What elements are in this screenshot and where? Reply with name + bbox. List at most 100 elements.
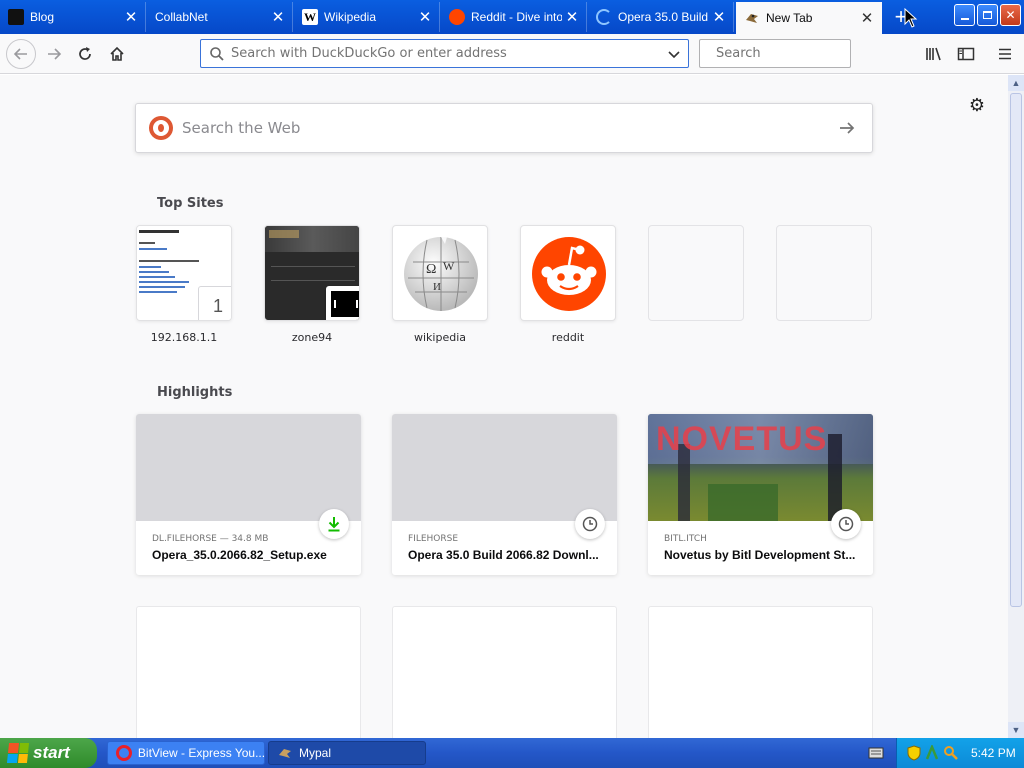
back-button[interactable] (6, 39, 36, 69)
svg-text:W: W (443, 259, 455, 273)
new-tab-page: ⚙ Top Sites 1 192.168.1.1 (0, 75, 1008, 738)
home-icon (110, 46, 124, 61)
clock-icon (582, 516, 598, 532)
close-tab-icon[interactable]: ✕ (562, 8, 582, 26)
close-window-button[interactable]: ✕ (1000, 4, 1021, 26)
web-search-box[interactable] (135, 103, 873, 153)
scroll-down-arrow-icon[interactable]: ▼ (1008, 722, 1024, 738)
clock: 5:42 PM (971, 746, 1016, 760)
start-label: start (33, 743, 70, 762)
mypal-icon (279, 749, 291, 758)
chevron-down-icon[interactable] (668, 48, 680, 60)
download-badge (319, 509, 349, 539)
opera-icon (116, 745, 132, 761)
highlight-title: Opera 35.0 Build 2066.82 Downl... (408, 548, 599, 562)
highlight-card[interactable]: FILEHORSE Opera 35.0 Build 2066.82 Downl… (392, 414, 617, 575)
mouse-cursor-icon (904, 8, 918, 28)
svg-text:И: И (433, 281, 441, 293)
minimize-icon (960, 18, 969, 20)
tab-wikipedia[interactable]: W Wikipedia ✕ (294, 2, 440, 32)
back-arrow-icon (13, 48, 27, 60)
address-input[interactable] (231, 46, 668, 61)
highlight-image: NOVETUS (648, 414, 873, 521)
close-tab-icon[interactable]: ✕ (709, 8, 729, 26)
site-thumbnail: 1 (136, 225, 232, 321)
top-site-tile[interactable]: zone94 (264, 225, 360, 344)
tab-reddit[interactable]: Reddit - Dive into ✕ (441, 2, 587, 32)
reddit-favicon-icon (449, 9, 465, 25)
top-site-label: reddit (551, 331, 585, 344)
forward-arrow-icon (48, 48, 62, 60)
web-search-input[interactable] (182, 119, 838, 137)
top-site-tile[interactable]: reddit (520, 225, 616, 344)
top-site-empty-slot (648, 225, 744, 331)
close-tab-icon[interactable]: ✕ (857, 9, 877, 27)
tab-title: Opera 35.0 Build 2 (618, 10, 709, 24)
wikipedia-globe-icon: Ω W И (404, 237, 478, 311)
restore-button[interactable] (977, 4, 998, 26)
tab-new-tab[interactable]: New Tab ✕ (736, 2, 882, 34)
taskbar-button-bitview[interactable]: BitView - Express You... (107, 741, 265, 765)
keyboard-icon[interactable] (868, 746, 884, 760)
site-placeholder (776, 225, 872, 321)
highlight-empty-slot (136, 606, 361, 738)
highlight-card[interactable]: NOVETUS BITL.ITCH Novetus by Bitl Develo… (648, 414, 873, 575)
history-badge (831, 509, 861, 539)
taskbar-button-label: BitView - Express You... (137, 746, 264, 760)
loading-spinner-icon (596, 9, 612, 25)
highlight-empty-slot (648, 606, 873, 738)
search-input[interactable] (716, 46, 886, 61)
highlight-card[interactable]: DL.FILEHORSE — 34.8 MB Opera_35.0.2066.8… (136, 414, 361, 575)
top-site-tile[interactable]: 1 192.168.1.1 (136, 225, 232, 344)
highlight-image (392, 414, 617, 521)
highlight-title: Novetus by Bitl Development St... (664, 548, 856, 562)
top-sites-heading: Top Sites (157, 196, 224, 211)
site-thumbnail (520, 225, 616, 321)
reload-button[interactable] (71, 40, 99, 68)
close-tab-icon[interactable]: ✕ (415, 8, 435, 26)
tab-blog[interactable]: Blog ✕ (0, 2, 146, 32)
tab-title: CollabNet (155, 10, 208, 24)
top-site-label: 192.168.1.1 (150, 331, 218, 344)
reload-icon (79, 47, 91, 60)
forward-button[interactable] (40, 40, 68, 68)
site-placeholder (648, 225, 744, 321)
close-tab-icon[interactable]: ✕ (268, 8, 288, 26)
site-thumbnail: Ω W И (392, 225, 488, 321)
search-icon (210, 46, 224, 61)
close-tab-icon[interactable]: ✕ (121, 8, 141, 26)
tab-opera[interactable]: Opera 35.0 Build 2 ✕ (588, 2, 734, 32)
reddit-logo-icon (532, 237, 606, 311)
sidebar-button[interactable] (952, 40, 980, 68)
svg-text:Ω: Ω (426, 262, 436, 277)
scroll-up-arrow-icon[interactable]: ▲ (1008, 75, 1024, 91)
minimize-button[interactable] (954, 4, 975, 26)
scrollbar-thumb[interactable] (1010, 93, 1022, 607)
novetus-banner-text: NOVETUS (656, 420, 828, 458)
home-button[interactable] (103, 40, 131, 68)
highlight-title: Opera_35.0.2066.82_Setup.exe (152, 548, 327, 562)
security-shield-icon[interactable] (907, 745, 921, 761)
search-bar[interactable] (699, 39, 886, 68)
blog-favicon-icon (8, 9, 24, 25)
vertical-scrollbar[interactable]: ▲ ▼ (1008, 75, 1024, 738)
sidebar-icon (957, 47, 975, 61)
network-icon[interactable] (925, 745, 939, 761)
taskbar-button-mypal[interactable]: Mypal (268, 741, 426, 765)
menu-button[interactable] (991, 40, 1019, 68)
library-button[interactable] (920, 40, 948, 68)
search-go-arrow-icon[interactable] (838, 119, 856, 137)
search-tray-icon[interactable] (943, 745, 959, 761)
top-site-tile[interactable]: Ω W И wikipedia (392, 225, 488, 344)
settings-gear-icon[interactable]: ⚙ (966, 94, 988, 116)
top-site-empty-slot (776, 225, 872, 331)
taskbar-button-label: Mypal (299, 746, 332, 760)
hamburger-menu-icon (999, 48, 1011, 60)
mypal-favicon-icon (744, 10, 760, 26)
address-bar[interactable] (200, 39, 689, 68)
start-button[interactable]: start (0, 738, 97, 768)
tab-collabnet[interactable]: CollabNet ✕ (147, 2, 293, 32)
clock-icon (838, 516, 854, 532)
windows-taskbar: start BitView - Express You... Mypal 5:4… (0, 738, 1024, 768)
windows-flag-icon (6, 743, 30, 763)
